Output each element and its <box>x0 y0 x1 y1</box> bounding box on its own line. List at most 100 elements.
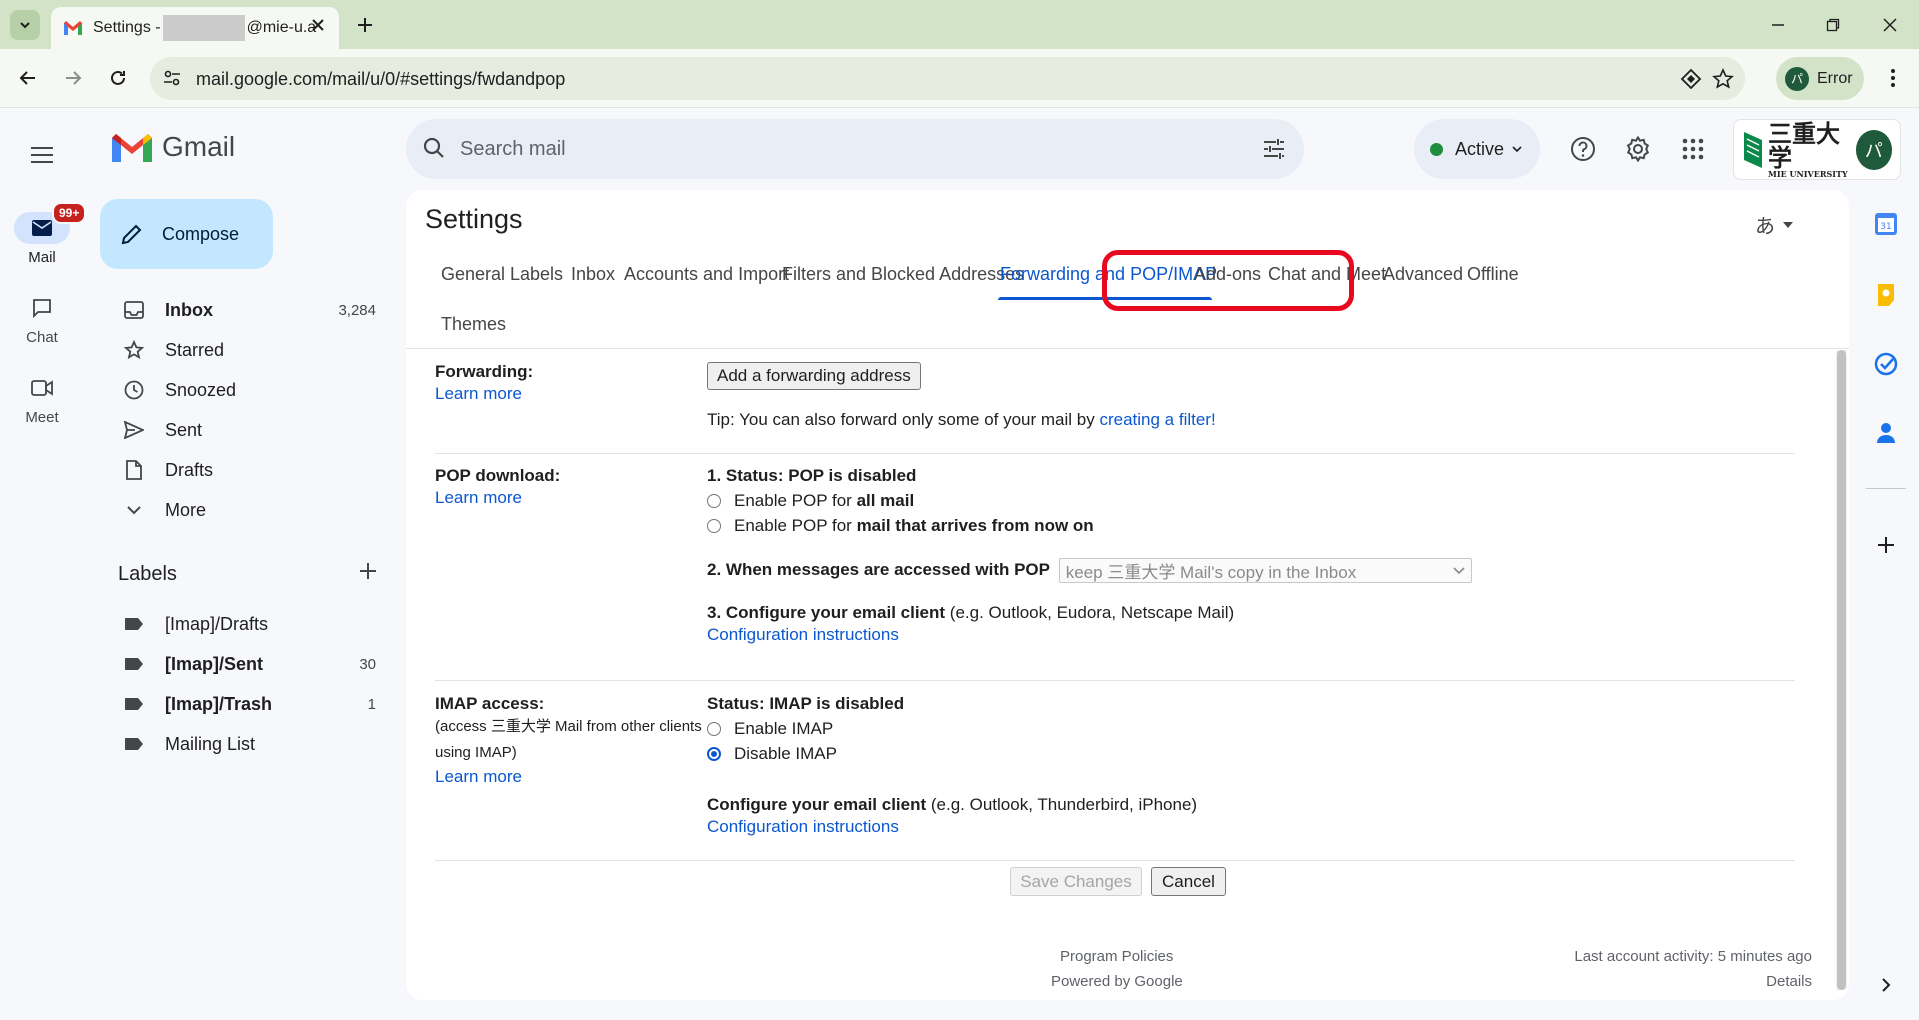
nav-item-inbox[interactable]: Inbox 3,284 <box>100 290 384 330</box>
plus-icon <box>360 563 376 579</box>
activity-details-link[interactable]: Details <box>1766 973 1812 990</box>
nav-item-more[interactable]: More <box>100 490 384 530</box>
gear-icon <box>1625 136 1651 162</box>
calendar-app-button[interactable]: 31 <box>1872 210 1900 238</box>
browser-profile-button[interactable]: パ Error <box>1776 57 1864 100</box>
rail-chat[interactable]: Chat <box>0 292 84 346</box>
label-item[interactable]: Mailing List <box>100 724 384 764</box>
tab-labels[interactable]: Labels <box>510 264 563 285</box>
browser-tab-strip: Settings - @mie-u.a <box>0 0 1919 49</box>
pop-from-now-radio[interactable] <box>707 518 721 533</box>
minimize-window-button[interactable] <box>1765 12 1791 38</box>
label-tag-icon <box>122 652 146 676</box>
browser-menu-button[interactable] <box>1878 63 1908 93</box>
reload-button[interactable] <box>103 63 133 93</box>
chevron-down-icon <box>122 498 146 522</box>
bookmark-star-icon[interactable] <box>1712 68 1734 90</box>
gmail-favicon-icon <box>63 20 83 36</box>
main-menu-button[interactable] <box>22 135 62 175</box>
search-input[interactable] <box>460 133 1160 165</box>
tab-search-button[interactable] <box>10 10 40 40</box>
tab-advanced[interactable]: Advanced <box>1383 264 1463 285</box>
keep-app-button[interactable] <box>1872 281 1900 309</box>
scrollbar-thumb[interactable] <box>1837 350 1846 990</box>
label-item[interactable]: [Imap]/Drafts <box>100 604 384 644</box>
pop-option-from-now[interactable]: Enable POP for mail that arrives from no… <box>707 513 1472 538</box>
tab-general[interactable]: General <box>441 264 505 285</box>
input-language-glyph: あ <box>1755 216 1775 238</box>
pop-option-bold: all mail <box>856 490 915 510</box>
tab-themes[interactable]: Themes <box>441 314 506 335</box>
pop-learn-more-link[interactable]: Learn more <box>435 488 522 507</box>
imap-config-instructions-link[interactable]: Configuration instructions <box>707 817 899 836</box>
search-icon[interactable] <box>422 136 446 160</box>
tab-inbox[interactable]: Inbox <box>571 264 615 285</box>
panel-scrollbar[interactable] <box>1836 350 1847 990</box>
close-tab-icon[interactable] <box>311 18 325 32</box>
add-forwarding-address-button[interactable]: Add a forwarding address <box>707 362 921 390</box>
pop-option-all-mail[interactable]: Enable POP for all mail <box>707 488 1472 513</box>
save-changes-button[interactable]: Save Changes <box>1010 867 1142 896</box>
extension-icon[interactable] <box>1680 68 1702 90</box>
forward-button[interactable] <box>58 63 88 93</box>
disable-imap-radio[interactable] <box>707 746 721 761</box>
tasks-app-button[interactable] <box>1872 350 1900 378</box>
hide-side-panel-button[interactable] <box>1872 971 1900 999</box>
nav-item-drafts[interactable]: Drafts <box>100 450 384 490</box>
create-filter-link[interactable]: creating a filter! <box>1099 410 1215 429</box>
new-tab-button[interactable] <box>352 12 378 38</box>
rail-meet[interactable]: Meet <box>0 372 84 426</box>
browser-tab-active[interactable]: Settings - @mie-u.a <box>51 7 339 49</box>
nav-item-snoozed[interactable]: Snoozed <box>100 370 384 410</box>
cancel-button[interactable]: Cancel <box>1151 867 1226 896</box>
contacts-app-button[interactable] <box>1872 419 1900 447</box>
support-button[interactable] <box>1565 131 1601 167</box>
tab-add-ons[interactable]: Add-ons <box>1194 264 1261 285</box>
compose-button[interactable]: Compose <box>100 199 273 269</box>
tab-offline[interactable]: Offline <box>1467 264 1519 285</box>
search-options-icon[interactable] <box>1262 137 1286 161</box>
close-window-button[interactable] <box>1877 12 1903 38</box>
address-bar[interactable]: mail.google.com/mail/u/0/#settings/fwdan… <box>150 57 1745 100</box>
pop-action-select[interactable]: keep 三重大学 Mail's copy in the Inbox <box>1058 558 1472 583</box>
gmail-logo-text: Gmail <box>162 131 236 162</box>
nav-label: More <box>165 499 207 520</box>
tab-forwarding-and-pop-imap[interactable]: Forwarding and POP/IMAP <box>1000 264 1217 285</box>
label-count: 1 <box>367 695 376 713</box>
rail-mail[interactable]: 99+ Mail <box>0 202 87 266</box>
imap-learn-more-link[interactable]: Learn more <box>435 767 522 786</box>
create-label-button[interactable] <box>358 561 378 581</box>
pop-option-prefix: Enable POP for <box>734 490 852 510</box>
back-button[interactable] <box>13 63 43 93</box>
nav-item-starred[interactable]: Starred <box>100 330 384 370</box>
svg-text:31: 31 <box>1880 222 1891 232</box>
clock-icon <box>122 378 146 402</box>
label-item[interactable]: [Imap]/Sent 30 <box>100 644 384 684</box>
forwarding-learn-more-link[interactable]: Learn more <box>435 384 522 403</box>
pop-config-instructions-link[interactable]: Configuration instructions <box>707 625 899 644</box>
nav-item-sent[interactable]: Sent <box>100 410 384 450</box>
gmail-logo[interactable]: Gmail <box>112 131 235 163</box>
input-tools-button[interactable]: あ <box>1755 210 1793 239</box>
tab-filters-and-blocked-addresses[interactable]: Filters and Blocked Addresses <box>782 264 1024 285</box>
site-info-icon[interactable] <box>162 68 182 88</box>
account-button[interactable]: 三重大学 MIE UNIVERSITY パ <box>1733 119 1901 180</box>
get-addons-button[interactable] <box>1872 531 1900 559</box>
nav-label: Drafts <box>165 459 214 480</box>
pop-all-mail-radio[interactable] <box>707 493 721 508</box>
google-apps-button[interactable] <box>1675 131 1711 167</box>
section-divider <box>435 860 1795 861</box>
imap-option-disable[interactable]: Disable IMAP <box>707 741 1197 766</box>
restore-window-button[interactable] <box>1820 12 1846 38</box>
tab-chat-and-meet[interactable]: Chat and Meet <box>1268 264 1386 285</box>
imap-option-enable[interactable]: Enable IMAP <box>707 716 1197 741</box>
label-item[interactable]: [Imap]/Trash 1 <box>100 684 384 724</box>
enable-imap-label: Enable IMAP <box>734 718 834 738</box>
enable-imap-radio[interactable] <box>707 721 721 736</box>
tab-accounts-and-import[interactable]: Accounts and Import <box>624 264 789 285</box>
program-policies-link[interactable]: Program Policies <box>1060 948 1173 965</box>
plus-icon <box>357 17 373 33</box>
status-dropdown[interactable]: Active <box>1414 119 1540 179</box>
settings-button[interactable] <box>1620 131 1656 167</box>
pencil-icon <box>120 222 144 246</box>
